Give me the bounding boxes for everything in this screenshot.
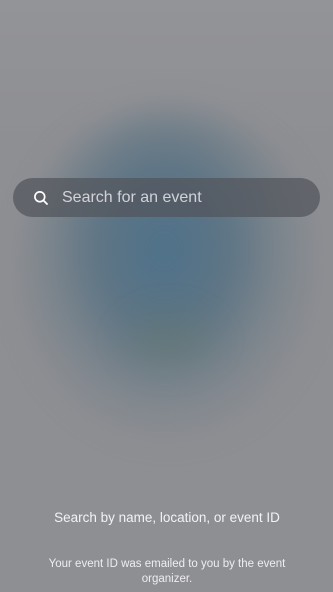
search-bar[interactable] <box>13 178 320 217</box>
background-blur-accent <box>110 300 230 380</box>
event-search-screen: Search by name, location, or event ID Yo… <box>0 0 333 592</box>
search-icon <box>33 190 49 206</box>
background-blur <box>20 110 320 440</box>
search-hint-subtitle: Your event ID was emailed to you by the … <box>48 558 286 585</box>
search-input[interactable] <box>62 178 320 217</box>
search-hint-title: Search by name, location, or event ID <box>54 510 280 525</box>
